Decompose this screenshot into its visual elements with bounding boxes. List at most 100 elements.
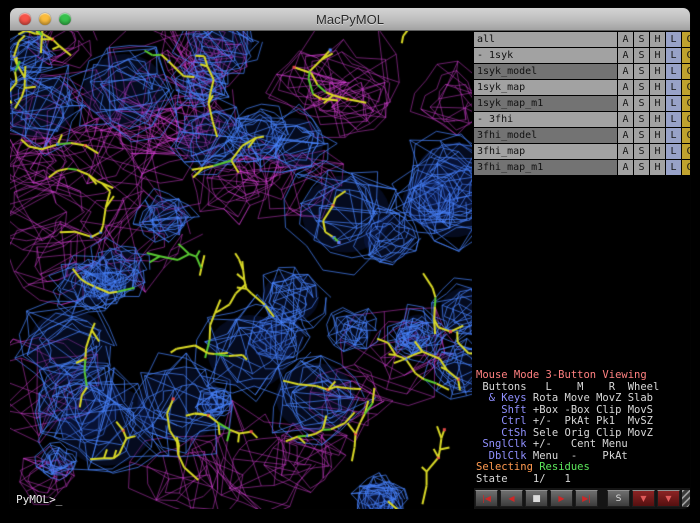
object-button-h[interactable]: H xyxy=(650,96,665,111)
mouse-panel-key: DblClk xyxy=(476,450,527,462)
object-row: - 1sykASHLC xyxy=(474,48,690,63)
object-button-a[interactable]: A xyxy=(618,96,633,111)
object-button-l[interactable]: L xyxy=(666,64,681,79)
prev-scene-button[interactable]: ▼ xyxy=(632,490,655,507)
mouse-panel-value: L M R Wheel xyxy=(527,381,660,393)
object-button-s[interactable]: S xyxy=(634,32,649,47)
object-button-a[interactable]: A xyxy=(618,32,633,47)
sidebar: allASHLC- 1sykASHLC1syk_modelASHLC1syk_m… xyxy=(472,31,690,509)
mouse-panel-key: State xyxy=(476,473,508,485)
object-name[interactable]: 3fhi_map xyxy=(474,144,617,159)
sidebar-spacer xyxy=(474,176,690,368)
object-button-l[interactable]: L xyxy=(666,80,681,95)
object-name[interactable]: - 1syk xyxy=(474,48,617,63)
viewport-3d[interactable]: PyMOL>_ xyxy=(10,31,472,509)
mouse-panel-key: CtSh xyxy=(476,427,527,439)
next-scene-button[interactable]: ▼ xyxy=(657,490,680,507)
mouse-panel-key: Buttons xyxy=(476,381,527,393)
object-row: - 3fhiASHLC xyxy=(474,112,690,127)
mouse-panel-key: Ctrl xyxy=(476,415,527,427)
scene-button[interactable]: S xyxy=(607,490,630,507)
object-button-h[interactable]: H xyxy=(650,64,665,79)
object-row: 3fhi_mapASHLC xyxy=(474,144,690,159)
object-button-h[interactable]: H xyxy=(650,160,665,175)
go-to-end-button[interactable]: ▶| xyxy=(575,490,598,507)
object-button-l[interactable]: L xyxy=(666,32,681,47)
mouse-panel-value: Rota Move MovZ Slab xyxy=(527,392,653,404)
object-button-s[interactable]: S xyxy=(634,160,649,175)
mouse-panel-value: 3-Button Viewing xyxy=(539,369,646,381)
object-button-c[interactable]: C xyxy=(682,96,690,111)
macpymol-window: MacPyMOL PyMOL>_ allASHLC- 1sykASHLC1syk… xyxy=(10,8,690,509)
object-button-l[interactable]: L xyxy=(666,128,681,143)
object-button-a[interactable]: A xyxy=(618,48,633,63)
object-name[interactable]: 1syk_map xyxy=(474,80,617,95)
object-row: 3fhi_map_m1ASHLC xyxy=(474,160,690,175)
object-button-c[interactable]: C xyxy=(682,80,690,95)
object-button-h[interactable]: H xyxy=(650,80,665,95)
object-button-a[interactable]: A xyxy=(618,160,633,175)
titlebar[interactable]: MacPyMOL xyxy=(10,8,690,31)
object-button-l[interactable]: L xyxy=(666,96,681,111)
mouse-panel-key: SnglClk xyxy=(476,438,527,450)
object-name[interactable]: 3fhi_model xyxy=(474,128,617,143)
object-button-s[interactable]: S xyxy=(634,80,649,95)
object-name[interactable]: 1syk_map_m1 xyxy=(474,96,617,111)
object-name[interactable]: all xyxy=(474,32,617,47)
step-back-button[interactable]: ◀ xyxy=(500,490,523,507)
object-button-l[interactable]: L xyxy=(666,48,681,63)
zoom-button[interactable] xyxy=(59,13,71,25)
resize-grip[interactable] xyxy=(682,490,690,507)
object-name[interactable]: - 3fhi xyxy=(474,112,617,127)
object-button-h[interactable]: H xyxy=(650,144,665,159)
object-button-h[interactable]: H xyxy=(650,112,665,127)
mouse-panel-value: Menu - PkAt xyxy=(527,450,628,462)
object-button-h[interactable]: H xyxy=(650,48,665,63)
go-to-start-button[interactable]: |◀ xyxy=(475,490,498,507)
traffic-lights xyxy=(19,8,71,30)
close-button[interactable] xyxy=(19,13,31,25)
object-row: 1syk_map_m1ASHLC xyxy=(474,96,690,111)
object-button-c[interactable]: C xyxy=(682,144,690,159)
window-title: MacPyMOL xyxy=(316,12,384,27)
object-button-s[interactable]: S xyxy=(634,96,649,111)
object-button-c[interactable]: C xyxy=(682,112,690,127)
mouse-panel-value: 1/ 1 xyxy=(508,473,571,485)
mouse-panel-value: Residues xyxy=(533,461,590,473)
object-name[interactable]: 3fhi_map_m1 xyxy=(474,160,617,175)
object-button-c[interactable]: C xyxy=(682,32,690,47)
object-button-c[interactable]: C xyxy=(682,48,690,63)
object-button-s[interactable]: S xyxy=(634,64,649,79)
play-button[interactable]: ▶ xyxy=(550,490,573,507)
object-button-s[interactable]: S xyxy=(634,144,649,159)
object-button-s[interactable]: S xyxy=(634,128,649,143)
object-button-h[interactable]: H xyxy=(650,32,665,47)
mouse-panel-value: Sele Orig Clip MovZ xyxy=(527,427,653,439)
mouse-panel-line: State 1/ 1 xyxy=(476,474,690,486)
desktop-background: MacPyMOL PyMOL>_ allASHLC- 1sykASHLC1syk… xyxy=(0,0,700,523)
object-button-s[interactable]: S xyxy=(634,48,649,63)
stop-button[interactable]: ■ xyxy=(525,490,548,507)
molecular-render[interactable] xyxy=(10,31,472,509)
object-button-s[interactable]: S xyxy=(634,112,649,127)
object-button-a[interactable]: A xyxy=(618,144,633,159)
object-name[interactable]: 1syk_model xyxy=(474,64,617,79)
object-button-c[interactable]: C xyxy=(682,64,690,79)
object-button-a[interactable]: A xyxy=(618,112,633,127)
object-list: allASHLC- 1sykASHLC1syk_modelASHLC1syk_m… xyxy=(474,32,690,176)
object-button-c[interactable]: C xyxy=(682,128,690,143)
command-prompt[interactable]: PyMOL>_ xyxy=(16,493,62,506)
object-row: 3fhi_modelASHLC xyxy=(474,128,690,143)
main-content: PyMOL>_ allASHLC- 1sykASHLC1syk_modelASH… xyxy=(10,31,690,509)
object-button-c[interactable]: C xyxy=(682,160,690,175)
mouse-panel-key: & Keys xyxy=(476,392,527,404)
object-button-a[interactable]: A xyxy=(618,80,633,95)
minimize-button[interactable] xyxy=(39,13,51,25)
mouse-mode-panel: Mouse Mode 3-Button Viewing Buttons L M … xyxy=(474,368,690,488)
object-button-l[interactable]: L xyxy=(666,112,681,127)
object-button-a[interactable]: A xyxy=(618,64,633,79)
object-button-l[interactable]: L xyxy=(666,144,681,159)
object-button-l[interactable]: L xyxy=(666,160,681,175)
object-button-a[interactable]: A xyxy=(618,128,633,143)
object-button-h[interactable]: H xyxy=(650,128,665,143)
